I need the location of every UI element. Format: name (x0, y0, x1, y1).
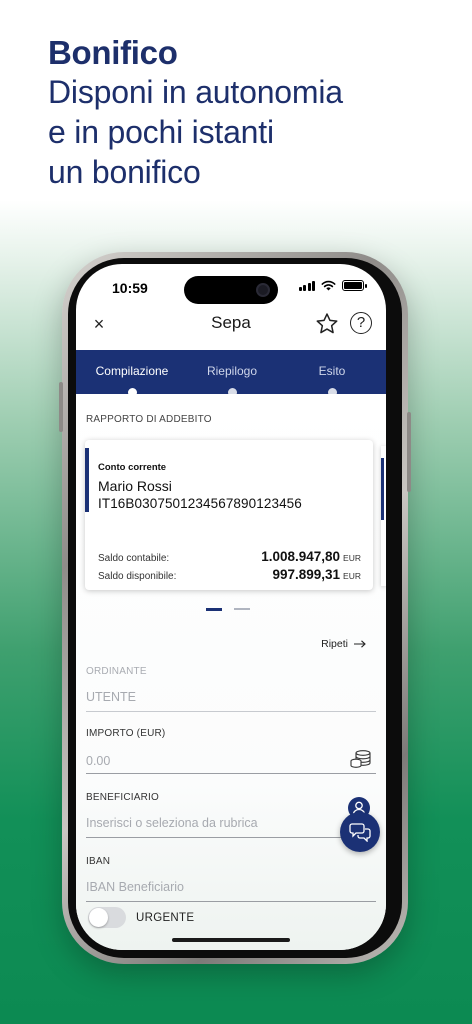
nav-bar: × Sepa ? (76, 310, 386, 342)
progress-stepper: Compilazione Riepilogo Esito (76, 350, 386, 397)
available-row: Saldo disponibile: 997.899,31 EUR (98, 566, 361, 584)
ordinante-value: UTENTE (86, 690, 136, 704)
promo-subtitle-line-2: e in pochi istanti (48, 114, 274, 150)
signal-icon (298, 280, 315, 291)
toggle-knob (89, 908, 108, 927)
battery-icon (342, 280, 367, 291)
wifi-icon (321, 280, 336, 291)
promo-subtitle-line-1: Disponi in autonomia (48, 74, 343, 110)
amount-label: IMPORTO (EUR) (86, 728, 166, 739)
card-accent-bar (85, 448, 89, 512)
phone-screen: 10:59 × Sepa ? Compilazione Riepilogo Es… (76, 264, 386, 950)
available-currency: EUR (343, 571, 361, 581)
amount-field[interactable]: IMPORTO (EUR) 0.00 (86, 728, 376, 774)
phone-volume-button (59, 382, 63, 432)
next-account-card[interactable] (381, 446, 386, 586)
camera-icon (256, 283, 270, 297)
arrow-right-icon (354, 640, 366, 648)
account-type: Conto corrente (98, 462, 167, 473)
home-indicator (172, 938, 290, 942)
ordinante-field: ORDINANTE UTENTE (86, 666, 376, 712)
section-label-rapporto: RAPPORTO DI ADDEBITO (86, 414, 212, 425)
account-holder: Mario Rossi (98, 478, 172, 494)
beneficiary-label: BENEFICIARIO (86, 792, 159, 803)
balance-row: Saldo contabile: 1.008.947,80 EUR (98, 548, 361, 566)
balance-label: Saldo contabile: (98, 553, 170, 564)
iban-field[interactable]: IBAN IBAN Beneficiario (86, 856, 376, 902)
repeat-label: Ripeti (321, 638, 348, 650)
balance-value: 1.008.947,80 (261, 549, 341, 564)
form-content: RAPPORTO DI ADDEBITO Conto corrente Mari… (76, 394, 386, 950)
step-label: Esito (318, 364, 346, 378)
star-icon[interactable] (314, 311, 340, 337)
status-icons (298, 280, 367, 291)
account-card[interactable]: Conto corrente Mario Rossi IT16B03075012… (85, 440, 373, 590)
coins-icon (350, 750, 371, 768)
dynamic-island (184, 276, 278, 304)
urgent-toggle[interactable] (88, 907, 126, 928)
urgent-row: URGENTE (88, 907, 194, 928)
promo-subtitle-line-3: un bonifico (48, 154, 201, 190)
chat-icon (349, 823, 371, 842)
status-bar: 10:59 (76, 264, 386, 310)
account-iban: IT16B0307501234567890123456 (98, 496, 302, 511)
pager-dot[interactable] (234, 608, 250, 610)
available-value: 997.899,31 (272, 567, 341, 582)
step-riepilogo: Riepilogo (192, 364, 272, 397)
chat-button[interactable] (340, 812, 380, 852)
iban-label: IBAN (86, 856, 111, 867)
phone-frame: 10:59 × Sepa ? Compilazione Riepilogo Es… (59, 252, 411, 964)
promo-title: Bonifico (48, 34, 178, 71)
phone-side-button (407, 412, 411, 492)
beneficiary-input[interactable]: Inserisci o seleziona da rubrica (86, 816, 258, 830)
ordinante-label: ORDINANTE (86, 666, 147, 677)
amount-input[interactable]: 0.00 (86, 754, 110, 768)
available-label: Saldo disponibile: (98, 571, 177, 582)
urgent-label: URGENTE (136, 911, 195, 924)
repeat-link[interactable]: Ripeti (321, 638, 366, 650)
beneficiary-field[interactable]: BENEFICIARIO Inserisci o seleziona da ru… (86, 792, 376, 838)
step-compilazione: Compilazione (92, 364, 172, 397)
step-esito: Esito (292, 364, 372, 397)
pager-dot-active[interactable] (206, 608, 222, 611)
status-time: 10:59 (112, 280, 148, 296)
promo-headline: Bonifico Disponi in autonomia e in pochi… (48, 34, 343, 192)
card-pager (206, 608, 250, 611)
iban-input[interactable]: IBAN Beneficiario (86, 880, 184, 894)
help-icon[interactable]: ? (350, 312, 372, 334)
step-label: Riepilogo (206, 364, 258, 378)
balance-currency: EUR (343, 553, 361, 563)
step-label: Compilazione (95, 364, 169, 378)
